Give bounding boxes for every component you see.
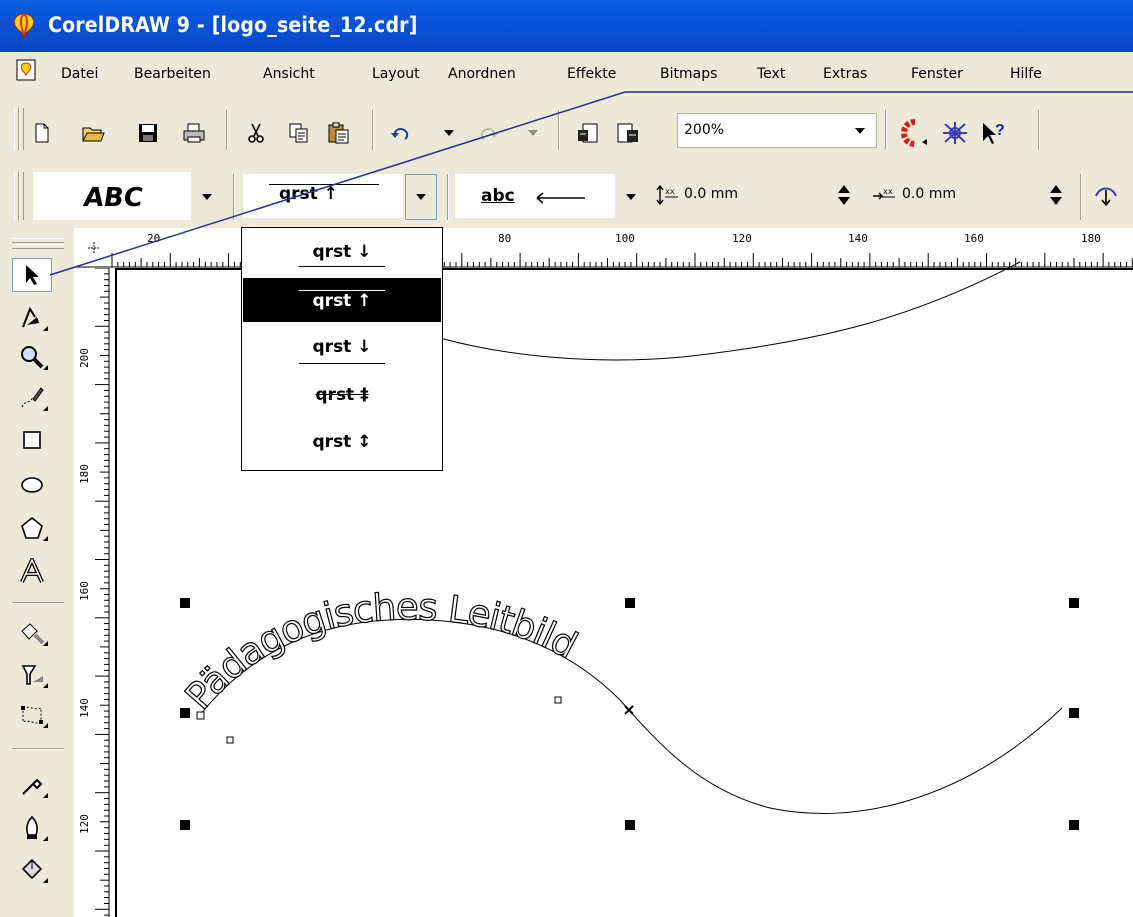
rotation-center-marker[interactable] — [624, 705, 634, 715]
selection-handle[interactable] — [625, 598, 635, 608]
upper-curve-path[interactable] — [439, 261, 1021, 361]
annotation-pointer-line — [49, 91, 1133, 276]
orientation-option[interactable]: qrst ↕ — [243, 420, 441, 464]
selection-handle[interactable] — [625, 820, 635, 830]
text-node[interactable] — [554, 696, 562, 704]
text-orientation-dropdown-list: qrst ↓ qrst ↑ qrst ↓ qrst ‡ qrst ↕ — [241, 227, 443, 471]
selection-handle[interactable] — [180, 598, 190, 608]
orientation-option[interactable]: qrst ↓ — [243, 232, 441, 276]
text-node[interactable] — [226, 736, 234, 744]
orientation-option[interactable]: qrst ↓ — [243, 328, 441, 372]
orientation-option-selected[interactable]: qrst ↑ — [243, 278, 441, 322]
curved-text[interactable]: Pädagogisches Leitbild — [176, 585, 585, 719]
text-path-curve[interactable] — [199, 618, 1063, 814]
selection-handle[interactable] — [1069, 598, 1079, 608]
drawing-overlay: Pädagogisches Leitbild — [49, 91, 1133, 814]
orientation-option[interactable]: qrst ‡ — [243, 373, 441, 417]
selection-handle[interactable] — [180, 820, 190, 830]
selection-handle[interactable] — [180, 708, 190, 718]
start-node[interactable] — [196, 711, 205, 720]
selection-handle[interactable] — [1069, 708, 1079, 718]
selection-handle[interactable] — [1069, 820, 1079, 830]
